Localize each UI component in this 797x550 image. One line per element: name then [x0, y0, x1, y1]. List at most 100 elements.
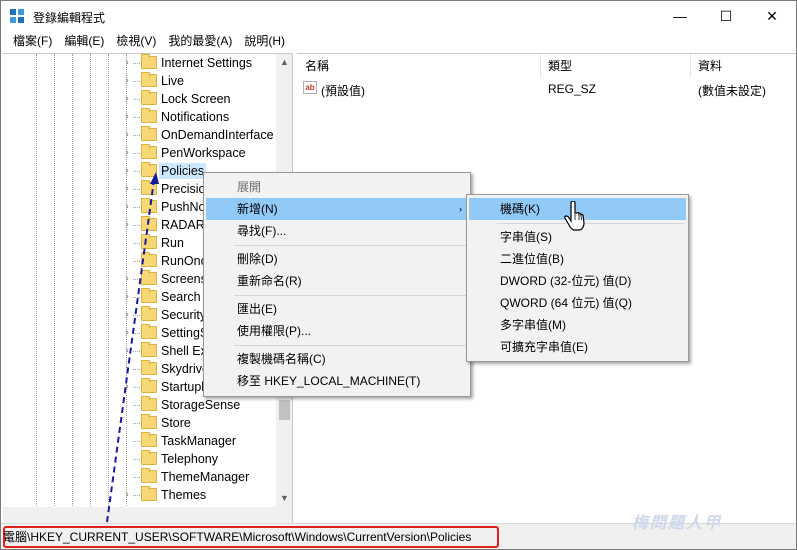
tree-item-label: Security: [161, 308, 207, 322]
sub-expandable-string-value[interactable]: 可擴充字串值(E): [469, 336, 686, 358]
menu-file[interactable]: 檔案(F): [7, 32, 58, 51]
expand-chevron-icon[interactable]: ›: [122, 309, 132, 321]
folder-icon: [141, 108, 157, 123]
ctx-delete[interactable]: 刪除(D): [206, 248, 468, 270]
tree-connector: [133, 441, 140, 442]
expand-chevron-icon[interactable]: ›: [122, 219, 132, 231]
menu-help[interactable]: 說明(H): [238, 32, 291, 51]
expand-chevron-icon[interactable]: ›: [122, 273, 132, 285]
tree-item[interactable]: ThemeManager: [3, 468, 277, 486]
expand-chevron-icon[interactable]: ›: [122, 129, 132, 141]
tree-item[interactable]: › OnDemandInterface: [3, 126, 277, 144]
tree-item-label: Startupl: [161, 380, 205, 394]
ctx-find[interactable]: 尋找(F)...: [206, 220, 468, 242]
ctx-expand[interactable]: 展開: [206, 176, 468, 198]
expand-chevron-icon[interactable]: ›: [122, 489, 132, 501]
folder-icon: [141, 450, 157, 465]
tree-connector: [133, 81, 140, 82]
sub-qword-value[interactable]: QWORD (64 位元) 值(Q): [469, 292, 686, 314]
scroll-up-arrow-icon[interactable]: ▲: [276, 54, 292, 71]
ctx-permissions[interactable]: 使用權限(P)...: [206, 320, 468, 342]
expand-chevron-icon[interactable]: ›: [122, 201, 132, 213]
folder-icon: [141, 378, 157, 393]
tree-connector: [133, 153, 140, 154]
value-data: (數值未設定): [698, 84, 766, 98]
menu-edit[interactable]: 編輯(E): [58, 32, 110, 51]
tree-item[interactable]: › Lock Screen: [3, 90, 277, 108]
value-type: REG_SZ: [548, 82, 597, 96]
expand-chevron-icon[interactable]: ›: [122, 327, 132, 339]
column-header-type[interactable]: 類型: [548, 57, 572, 74]
expand-chevron-icon[interactable]: ›: [122, 381, 132, 393]
expand-chevron-icon[interactable]: ›: [122, 291, 132, 303]
column-header-name[interactable]: 名稱: [305, 57, 329, 74]
expand-chevron-icon[interactable]: ›: [122, 57, 132, 69]
watermark-logo: 梅問題人甲: [632, 515, 723, 532]
tree-item-label: StorageSense: [161, 398, 241, 412]
expand-chevron-icon[interactable]: ›: [122, 345, 132, 357]
folder-icon: [141, 162, 157, 177]
ctx-new-label: 新增(N): [237, 202, 278, 216]
tree-connector: [133, 333, 140, 334]
expand-chevron-icon[interactable]: ›: [122, 75, 132, 87]
ctx-new[interactable]: 新增(N) ›: [206, 198, 468, 220]
tree-item[interactable]: › Themes: [3, 486, 277, 504]
tree-item[interactable]: › Internet Settings: [3, 54, 277, 72]
title-bar: 登錄編輯程式 — ☐ ✕: [1, 1, 796, 31]
close-button[interactable]: ✕: [749, 1, 795, 31]
tree-item-label: Internet Settings: [161, 56, 253, 70]
menu-separator: [234, 245, 466, 246]
expand-chevron-icon[interactable]: ›: [122, 363, 132, 375]
ab-string-icon: ab: [303, 81, 317, 94]
ctx-rename[interactable]: 重新命名(R): [206, 270, 468, 292]
folder-icon: [141, 180, 157, 195]
expand-chevron-icon[interactable]: ›: [122, 111, 132, 123]
tree-connector: [133, 423, 140, 424]
menu-favorites[interactable]: 我的最愛(A): [162, 32, 238, 51]
expand-chevron-icon[interactable]: ›: [122, 183, 132, 195]
tree-item[interactable]: Store: [3, 414, 277, 432]
expand-chevron-icon[interactable]: ›: [122, 165, 132, 177]
tree-connector: [133, 405, 140, 406]
tree-item-label: TaskManager: [161, 434, 237, 448]
menu-view[interactable]: 檢視(V): [110, 32, 162, 51]
tree-item[interactable]: TaskManager: [3, 432, 277, 450]
tree-item-label: Live: [161, 74, 184, 88]
tree-item-label: Skydrive: [161, 362, 209, 376]
ctx-goto-hklm[interactable]: 移至 HKEY_LOCAL_MACHINE(T): [206, 370, 468, 392]
tree-item[interactable]: Telephony: [3, 450, 277, 468]
expand-chevron-icon[interactable]: ›: [122, 93, 132, 105]
folder-icon: [141, 72, 157, 87]
folder-icon: [141, 432, 157, 447]
tree-item[interactable]: StorageSense: [3, 396, 277, 414]
column-divider[interactable]: [540, 54, 541, 78]
submenu-arrow-icon: ›: [459, 204, 462, 214]
maximize-button[interactable]: ☐: [703, 1, 749, 31]
tree-connector: [133, 279, 140, 280]
folder-icon: [141, 360, 157, 375]
status-path: 電腦\HKEY_CURRENT_USER\SOFTWARE\Microsoft\…: [3, 530, 472, 544]
folder-icon: [141, 396, 157, 411]
column-header-data[interactable]: 資料: [698, 57, 722, 74]
folder-icon: [141, 126, 157, 141]
ctx-copy-key-name[interactable]: 複製機碼名稱(C): [206, 348, 468, 370]
value-row[interactable]: ab (預設值) REG_SZ (數值未設定): [297, 80, 796, 98]
tree-connector: [133, 297, 140, 298]
folder-icon: [141, 252, 157, 267]
sub-dword-value[interactable]: DWORD (32-位元) 值(D): [469, 270, 686, 292]
tree-item-label: OnDemandInterface: [161, 128, 274, 142]
scroll-thumb[interactable]: [279, 400, 290, 420]
minimize-button[interactable]: —: [657, 1, 703, 31]
sub-multi-string-value[interactable]: 多字串值(M): [469, 314, 686, 336]
column-divider[interactable]: [690, 54, 691, 78]
tree-horizontal-scrollbar[interactable]: [3, 507, 276, 523]
tree-item[interactable]: › Notifications: [3, 108, 277, 126]
tree-item[interactable]: › Live: [3, 72, 277, 90]
tree-item[interactable]: › PenWorkspace: [3, 144, 277, 162]
tree-connector: [133, 135, 140, 136]
scroll-down-arrow-icon[interactable]: ▼: [276, 490, 292, 507]
sub-binary-value[interactable]: 二進位值(B): [469, 248, 686, 270]
tree-connector: [133, 225, 140, 226]
expand-chevron-icon[interactable]: ›: [122, 147, 132, 159]
ctx-export[interactable]: 匯出(E): [206, 298, 468, 320]
